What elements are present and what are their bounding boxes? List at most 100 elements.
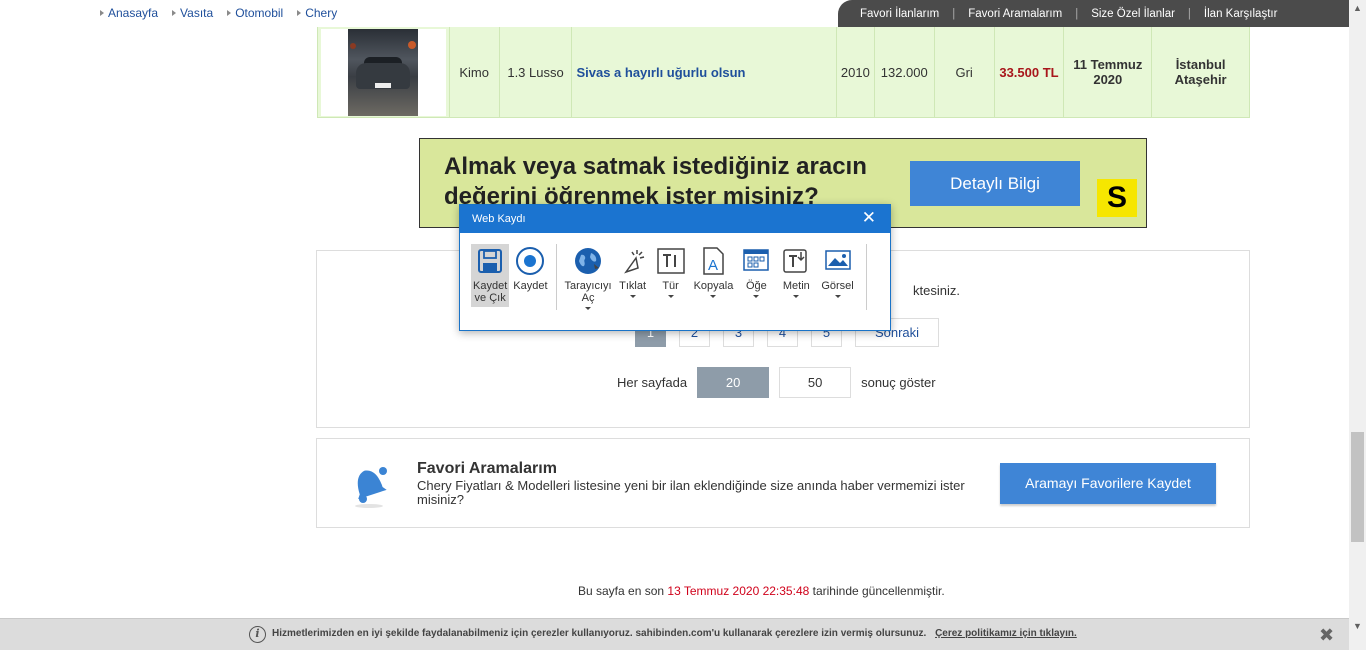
cookie-message: Hizmetlerimizden en iyi şekilde faydalan… bbox=[272, 628, 927, 639]
tool-label: Tarayıcıyı bbox=[564, 280, 612, 292]
record-button[interactable]: Kaydet bbox=[513, 244, 548, 292]
results-count-text: ktesiniz. bbox=[913, 283, 960, 298]
divider: | bbox=[952, 7, 956, 20]
listing-date-day: 11 Temmuz bbox=[1073, 57, 1143, 72]
last-updated-timestamp: 13 Temmuz 2020 22:35:48 bbox=[667, 584, 810, 598]
tool-label: Kaydet bbox=[513, 280, 548, 292]
breadcrumb-item-home[interactable]: Anasayfa bbox=[100, 6, 158, 20]
dropdown-arrow-icon bbox=[585, 307, 592, 310]
listing-km: 132.000 bbox=[875, 27, 935, 117]
per-page-20-button[interactable]: 20 bbox=[697, 367, 770, 398]
tool-label: Tür bbox=[662, 280, 679, 292]
listing-thumbnail[interactable] bbox=[320, 28, 446, 116]
recording-toolbar: Kaydet ve Çık Kaydet Tarayıcıyı Aç Tıkla… bbox=[471, 244, 875, 310]
ad-details-button[interactable]: Detaylı Bilgi bbox=[910, 161, 1080, 206]
scrollbar-thumb[interactable] bbox=[1351, 432, 1364, 542]
ad-headline: Almak veya satmak istediğiniz aracın değ… bbox=[444, 153, 867, 210]
listing-brand: Kimo bbox=[450, 27, 500, 117]
dropdown-arrow-icon bbox=[629, 295, 636, 298]
scroll-down-icon[interactable]: ▼ bbox=[1349, 618, 1366, 635]
type-button[interactable]: Tür bbox=[656, 244, 686, 298]
bell-icon bbox=[355, 467, 387, 508]
tool-label: Görsel bbox=[821, 280, 854, 292]
listing-color: Gri bbox=[935, 27, 995, 117]
vertical-scrollbar[interactable]: ▲ ▼ bbox=[1349, 0, 1366, 650]
favorite-searches-link[interactable]: Favori Aramalarım bbox=[968, 8, 1062, 20]
record-icon bbox=[515, 246, 545, 276]
dialog-title-bar: Web Kaydı ✕ bbox=[460, 205, 890, 233]
cookie-notice-text: Hizmetlerimizden en iyi şekilde faydalan… bbox=[272, 628, 1077, 639]
element-button[interactable]: Öğe bbox=[741, 244, 771, 298]
per-page-suffix: sonuç göster bbox=[861, 375, 936, 390]
divider: | bbox=[1187, 7, 1191, 20]
favorite-search-description: Chery Fiyatları & Modelleri listesine ye… bbox=[417, 478, 965, 507]
breadcrumb-label: Chery bbox=[305, 6, 338, 20]
cookie-policy-link[interactable]: Çerez politikamız için tıklayın. bbox=[935, 628, 1077, 639]
image-icon bbox=[823, 246, 853, 276]
element-icon bbox=[741, 246, 771, 276]
breadcrumb-item-car[interactable]: Otomobil bbox=[227, 6, 283, 20]
listing-price: 33.500 TL bbox=[995, 27, 1065, 117]
image-button[interactable]: Görsel bbox=[821, 244, 854, 298]
dropdown-arrow-icon bbox=[834, 295, 841, 298]
tool-label: Kaydet bbox=[473, 280, 508, 292]
listing-date: 11 Temmuz 2020 bbox=[1064, 27, 1153, 117]
bullet-icon bbox=[100, 10, 104, 16]
per-page-50-button[interactable]: 50 bbox=[779, 367, 852, 398]
type-icon bbox=[656, 246, 686, 276]
click-button[interactable]: Tıklat bbox=[618, 244, 648, 298]
photo-detail bbox=[408, 40, 417, 49]
open-browser-button[interactable]: Tarayıcıyı Aç bbox=[565, 244, 612, 310]
toolbar-divider bbox=[865, 244, 867, 310]
favorite-search-box: Favori Aramalarım Chery Fiyatları & Mode… bbox=[316, 438, 1250, 528]
photo-detail bbox=[350, 42, 357, 49]
save-search-favorite-button[interactable]: Aramayı Favorilere Kaydet bbox=[1000, 463, 1216, 504]
sahibinden-logo: S bbox=[1097, 179, 1137, 217]
page: Anasayfa Vasıta Otomobil Chery Favori İl… bbox=[0, 0, 1366, 650]
last-updated-text: Bu sayfa en son 13 Temmuz 2020 22:35:48 … bbox=[578, 584, 945, 598]
divider: | bbox=[1075, 7, 1079, 20]
tool-label: Öğe bbox=[745, 280, 767, 292]
listing-date-year: 2020 bbox=[1093, 72, 1123, 87]
bullet-icon bbox=[297, 10, 302, 16]
bullet-icon bbox=[227, 10, 232, 16]
listing-year: 2010 bbox=[837, 27, 875, 117]
listing-city: İstanbul bbox=[1175, 57, 1226, 72]
listing-model: 1.3 Lusso bbox=[500, 27, 573, 117]
web-recording-dialog: Web Kaydı ✕ Kaydet ve Çık Kaydet Tarayıc… bbox=[459, 204, 891, 331]
copy-button[interactable]: A Kopyala bbox=[694, 244, 733, 298]
close-icon[interactable]: ✖ bbox=[1319, 625, 1334, 646]
copy-icon: A bbox=[698, 246, 728, 276]
cookie-notice-bar: i Hizmetlerimizden en iyi şekilde faydal… bbox=[0, 618, 1349, 650]
tool-label: Aç bbox=[581, 292, 595, 304]
text-button[interactable]: Metin bbox=[781, 244, 811, 298]
photo-detail bbox=[375, 82, 392, 88]
compare-listings-link[interactable]: İlan Karşılaştır bbox=[1204, 8, 1278, 20]
special-listings-link[interactable]: Size Özel İlanlar bbox=[1091, 8, 1175, 20]
tool-label: Metin bbox=[782, 280, 810, 292]
dropdown-arrow-icon bbox=[793, 295, 800, 298]
listing-title-link[interactable]: Sivas a hayırlı uğurlu olsun bbox=[572, 27, 837, 117]
svg-text:A: A bbox=[708, 257, 718, 274]
dialog-close-icon[interactable]: ✕ bbox=[862, 205, 876, 232]
listing-location: İstanbul Ataşehir bbox=[1152, 27, 1249, 117]
breadcrumb-label: Anasayfa bbox=[108, 6, 159, 20]
breadcrumb-item-brand[interactable]: Chery bbox=[297, 6, 337, 20]
listing-thumbnail-cell bbox=[318, 27, 450, 117]
last-updated-prefix: Bu sayfa en son bbox=[578, 584, 665, 598]
save-and-exit-button[interactable]: Kaydet ve Çık bbox=[471, 244, 510, 307]
listing-row[interactable]: Kimo 1.3 Lusso Sivas a hayırlı uğurlu ol… bbox=[317, 27, 1250, 118]
dropdown-arrow-icon bbox=[710, 295, 717, 298]
dropdown-arrow-icon bbox=[753, 295, 760, 298]
dropdown-arrow-icon bbox=[667, 295, 674, 298]
dialog-title: Web Kaydı bbox=[472, 213, 526, 225]
last-updated-suffix: tarihinde güncellenmiştir. bbox=[812, 584, 945, 598]
tool-label: ve Çık bbox=[474, 292, 506, 304]
breadcrumb-item-vehicle[interactable]: Vasıta bbox=[172, 6, 213, 20]
info-icon: i bbox=[249, 626, 266, 643]
scroll-up-icon[interactable]: ▲ bbox=[1349, 0, 1366, 17]
top-navigation-bar: Anasayfa Vasıta Otomobil Chery Favori İl… bbox=[0, 0, 1349, 27]
quick-links-bar: Favori İlanlarım | Favori Aramalarım | S… bbox=[838, 0, 1349, 27]
listing-district: Ataşehir bbox=[1174, 72, 1227, 87]
favorite-listings-link[interactable]: Favori İlanlarım bbox=[860, 8, 939, 20]
